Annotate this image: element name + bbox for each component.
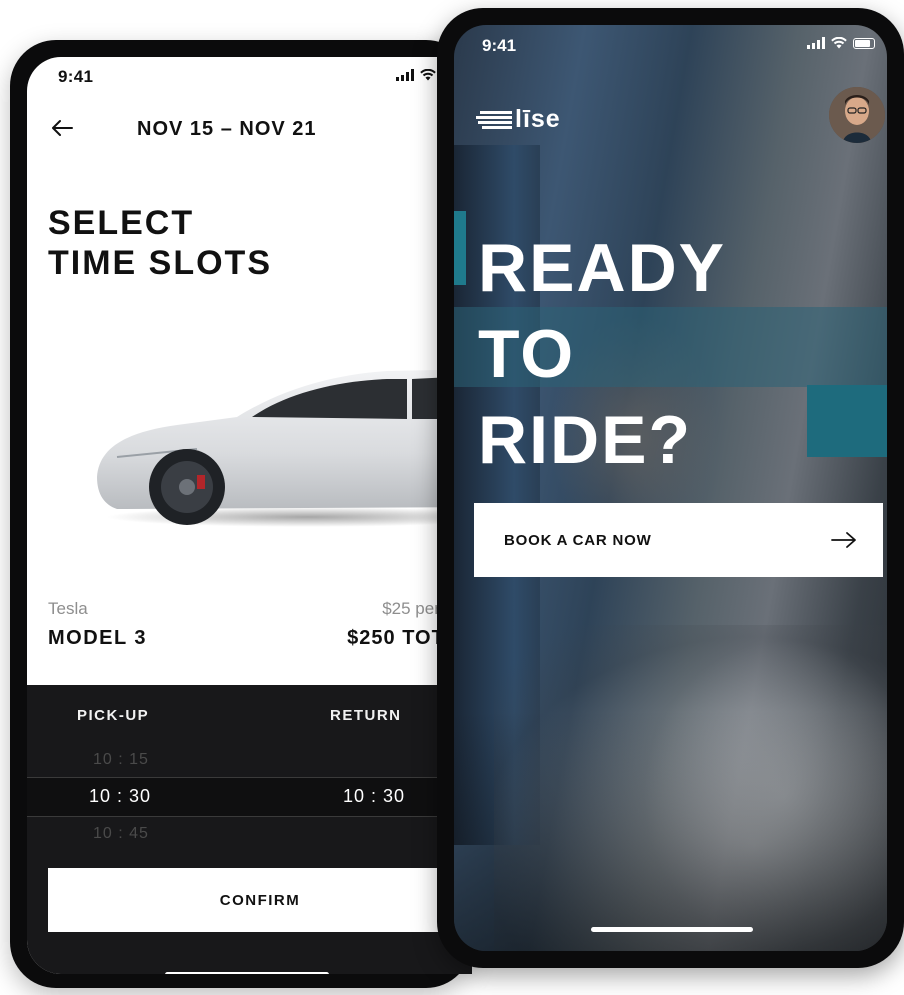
confirm-button[interactable]: CONFIRM	[48, 868, 472, 932]
pickup-slot-prev[interactable]: 10 : 15	[93, 751, 149, 769]
pickup-column-header: PICK-UP	[77, 707, 150, 724]
app-logo: līse	[476, 105, 561, 134]
status-icons	[807, 37, 875, 49]
pickup-slot-next[interactable]: 10 : 45	[93, 825, 149, 843]
top-nav: NOV 15 – NOV 21	[27, 113, 472, 143]
title-line-1: SELECT	[48, 204, 195, 242]
avatar[interactable]	[829, 87, 885, 143]
wifi-icon	[420, 69, 436, 81]
hero-line-3: RIDE?	[478, 402, 692, 478]
car-model: MODEL 3	[48, 627, 148, 649]
return-column-header: RETURN	[330, 707, 402, 724]
time-slots-screen: 9:41 NOV 15 – NOV 21 SELECT TIME SLOTS T…	[27, 57, 472, 974]
signal-icon	[807, 37, 825, 49]
logo-lines-icon	[476, 110, 512, 129]
return-slot-selected[interactable]: 10 : 30	[343, 786, 405, 807]
accent-block	[454, 211, 466, 285]
accent-block	[807, 385, 887, 457]
car-brand: Tesla	[48, 599, 88, 618]
hero-line-2: TO	[478, 316, 576, 392]
book-car-button[interactable]: BOOK A CAR NOW	[474, 503, 883, 577]
status-time: 9:41	[58, 67, 94, 86]
background-shade	[454, 711, 887, 951]
title-line-2: TIME SLOTS	[48, 244, 272, 282]
home-indicator[interactable]	[591, 927, 753, 932]
status-bar: 9:41	[454, 25, 887, 65]
wifi-icon	[831, 37, 847, 49]
home-indicator[interactable]	[165, 972, 329, 974]
selected-slot-row[interactable]: 10 : 30 10 : 30	[27, 777, 472, 817]
car-image	[97, 369, 472, 527]
arrow-right-icon	[831, 532, 856, 548]
page-title: SELECT TIME SLOTS	[48, 203, 272, 283]
welcome-screen: 9:41 līse READY TO RIDE? BOOK A CAR NOW	[454, 25, 887, 951]
user-avatar-icon	[829, 87, 885, 143]
logo-text: līse	[515, 105, 561, 133]
hero-line-1: READY	[478, 230, 727, 306]
pickup-slot-selected[interactable]: 10 : 30	[89, 786, 151, 807]
time-picker-panel: PICK-UP RETURN 10 : 15 10 : 30 10 : 30 1…	[27, 685, 472, 974]
status-bar: 9:41	[27, 57, 472, 97]
battery-icon	[853, 38, 875, 49]
book-car-label: BOOK A CAR NOW	[504, 531, 652, 549]
hero-heading: READY TO RIDE?	[478, 225, 726, 483]
date-range[interactable]: NOV 15 – NOV 21	[137, 118, 317, 141]
left-phone-frame: 9:41 NOV 15 – NOV 21 SELECT TIME SLOTS T…	[10, 40, 472, 988]
status-time: 9:41	[482, 36, 517, 55]
signal-icon	[396, 69, 414, 81]
right-phone-frame: 9:41 līse READY TO RIDE? BOOK A CAR NOW	[437, 8, 904, 968]
arrow-left-icon[interactable]	[47, 113, 77, 143]
